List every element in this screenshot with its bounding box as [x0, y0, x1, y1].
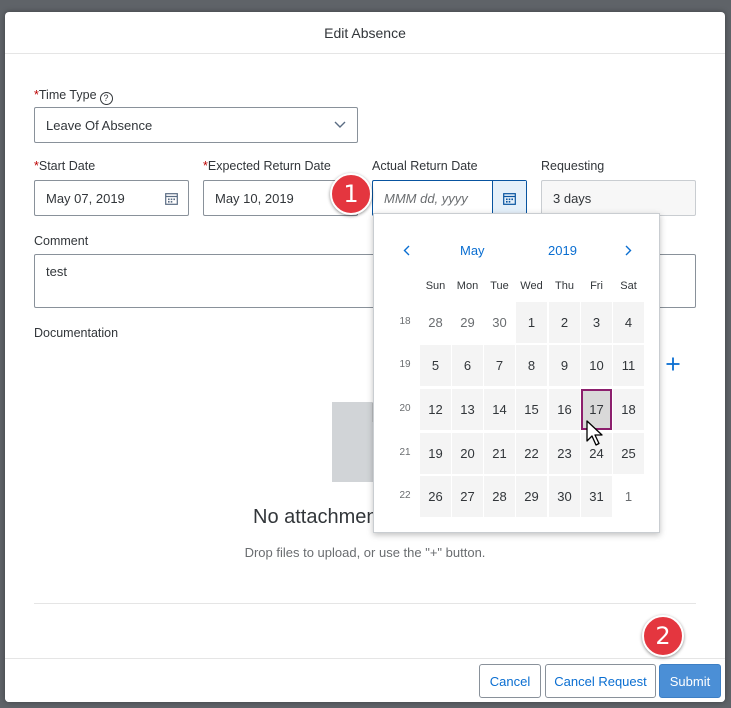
calendar-day[interactable]: 21: [484, 433, 515, 474]
week-number: 22: [399, 490, 411, 501]
calendar-day[interactable]: 29: [516, 476, 547, 517]
dialog-footer: Cancel Cancel Request Submit: [5, 658, 725, 702]
dialog-title: Edit Absence: [324, 24, 406, 41]
calendar-day[interactable]: 7: [484, 345, 515, 386]
time-type-value: Leave Of Absence: [46, 117, 153, 133]
calendar-day[interactable]: 31: [581, 476, 612, 517]
mouse-cursor-icon: [586, 420, 603, 446]
drop-files-hint: Drop files to upload, or use the "+" but…: [244, 545, 486, 560]
calendar-day[interactable]: 13: [452, 389, 483, 430]
week-number: 20: [399, 403, 411, 414]
date-picker-popover: May 2019 Sun Mon Tue Wed Thu Fri Sat 18 28 29 30 1 2…: [373, 213, 660, 533]
calendar-day[interactable]: 1: [613, 476, 644, 517]
calendar-day[interactable]: 29: [452, 302, 483, 343]
calendar-day[interactable]: 16: [549, 389, 580, 430]
week-number: 19: [399, 359, 411, 370]
week-number: 21: [399, 447, 411, 458]
calendar-day[interactable]: 23: [549, 433, 580, 474]
calendar-day[interactable]: 5: [420, 345, 451, 386]
calendar-day[interactable]: 15: [516, 389, 547, 430]
calendar-year-button[interactable]: 2019: [548, 243, 577, 258]
divider: [34, 603, 696, 604]
calendar-day[interactable]: 2: [549, 302, 580, 343]
calendar-day[interactable]: 6: [452, 345, 483, 386]
comment-label: Comment: [34, 234, 89, 248]
calendar-day[interactable]: 20: [452, 433, 483, 474]
weekday-header: Sat: [620, 280, 637, 292]
expected-return-value: May 10, 2019: [215, 190, 294, 206]
calendar-day[interactable]: 4: [613, 302, 644, 343]
weekday-header: Thu: [555, 280, 574, 292]
weekday-header: Tue: [490, 280, 509, 292]
plus-icon: [666, 357, 680, 371]
cancel-request-button[interactable]: Cancel Request: [545, 664, 656, 698]
documentation-label: Documentation: [34, 326, 119, 340]
calendar-day[interactable]: 28: [420, 302, 451, 343]
start-date-label: *Start Date: [34, 159, 95, 173]
dialog-header: Edit Absence: [5, 12, 725, 54]
calendar-icon[interactable]: [154, 181, 188, 215]
weekday-header: Fri: [590, 280, 603, 292]
chevron-right-icon[interactable]: [618, 240, 638, 260]
add-attachment-button[interactable]: [661, 352, 685, 376]
actual-return-field[interactable]: [372, 180, 527, 216]
calendar-month-button[interactable]: May: [460, 243, 485, 258]
actual-return-input[interactable]: [384, 190, 484, 206]
cancel-button[interactable]: Cancel: [479, 664, 541, 698]
start-date-field[interactable]: May 07, 2019: [34, 180, 189, 216]
calendar-day[interactable]: 9: [549, 345, 580, 386]
calendar-day[interactable]: 18: [613, 389, 644, 430]
actual-return-label: Actual Return Date: [372, 159, 478, 173]
calendar-day[interactable]: 10: [581, 345, 612, 386]
week-number: 18: [399, 316, 411, 327]
calendar-day[interactable]: 1: [516, 302, 547, 343]
submit-button[interactable]: Submit: [659, 664, 721, 698]
calendar-day[interactable]: 27: [452, 476, 483, 517]
requesting-value: 3 days: [553, 190, 592, 206]
calendar-header: May 2019: [374, 214, 659, 280]
chevron-left-icon[interactable]: [396, 240, 416, 260]
chevron-down-icon[interactable]: [323, 108, 357, 142]
calendar-day[interactable]: 14: [484, 389, 515, 430]
time-type-label-text: Time Type: [38, 88, 97, 102]
calendar-day[interactable]: 26: [420, 476, 451, 517]
calendar-day[interactable]: 28: [484, 476, 515, 517]
requesting-field: 3 days: [541, 180, 696, 216]
calendar-day[interactable]: 30: [549, 476, 580, 517]
expected-return-label-text: Expected Return Date: [207, 159, 331, 173]
weekday-header: Sun: [425, 280, 446, 292]
calendar-day[interactable]: 19: [420, 433, 451, 474]
start-date-value: May 07, 2019: [46, 190, 125, 206]
help-icon[interactable]: ?: [99, 92, 113, 105]
calendar-day[interactable]: 11: [613, 345, 644, 386]
step-badge-1: 1: [330, 173, 372, 215]
expected-return-label: *Expected Return Date: [203, 159, 331, 173]
calendar-icon[interactable]: [492, 181, 526, 215]
start-date-label-text: Start Date: [38, 159, 96, 173]
time-type-select[interactable]: Leave Of Absence: [34, 107, 358, 143]
weekday-header: Mon: [456, 280, 479, 292]
time-type-label: *Time Type?: [34, 88, 113, 105]
calendar-day[interactable]: 3: [581, 302, 612, 343]
calendar-day[interactable]: 22: [516, 433, 547, 474]
weekday-header: Wed: [520, 280, 543, 292]
requesting-label: Requesting: [541, 159, 605, 173]
calendar-day[interactable]: 25: [613, 433, 644, 474]
calendar-day[interactable]: 30: [484, 302, 515, 343]
calendar-day[interactable]: 12: [420, 389, 451, 430]
calendar-day[interactable]: 8: [516, 345, 547, 386]
step-badge-2: 2: [642, 615, 684, 657]
